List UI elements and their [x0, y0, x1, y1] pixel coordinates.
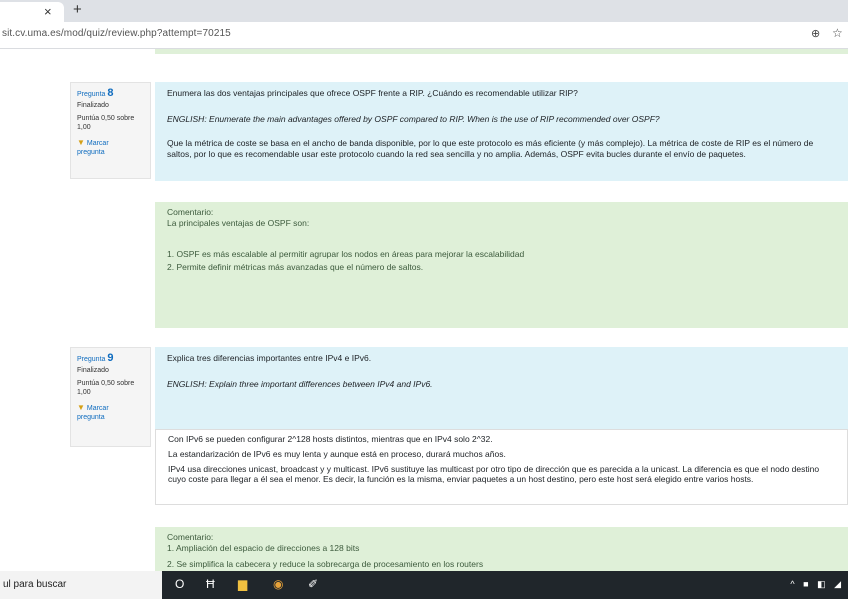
question-number: Pregunta 8 [77, 87, 114, 99]
question-grade: Puntúa 0,50 sobre 1,00 [77, 115, 135, 131]
quiz-review-page: Pregunta 8 Finalizado Puntúa 0,50 sobre 1… [0, 49, 848, 571]
file-explorer-icon[interactable]: ▆ [238, 577, 247, 591]
zoom-icon[interactable]: ⊕ [811, 27, 820, 40]
question-text-8: Enumera las dos ventajas principales que… [155, 82, 848, 181]
question-prompt: Explica tres diferencias importantes ent… [167, 353, 372, 363]
chrome-icon[interactable]: ◉ [273, 577, 283, 591]
question-english: ENGLISH: Explain three important differe… [167, 379, 433, 389]
answer-line: Con IPv6 se pueden configurar 2^128 host… [168, 434, 493, 444]
feedback-intro: La principales ventajas de OSPF son: [167, 218, 310, 228]
flag-question-link[interactable]: ▼ Marcar pregunta [77, 403, 144, 422]
question-english: ENGLISH: Enumerate the main advantages o… [167, 114, 660, 124]
address-bar[interactable]: sit.cv.uma.es/mod/quiz/review.php?attemp… [0, 22, 848, 49]
question-text-9: Explica tres diferencias importantes ent… [155, 347, 848, 429]
search-placeholder: ul para buscar [3, 579, 67, 590]
feedback-title: Comentario: [167, 207, 214, 217]
question-info-9: Pregunta 9 Finalizado Puntúa 0,50 sobre 1… [70, 347, 151, 447]
question-state: Finalizado [77, 367, 109, 374]
app-icon[interactable]: ✐ [308, 577, 318, 591]
previous-feedback-strip [155, 49, 848, 54]
cortana-icon[interactable]: O [175, 577, 184, 591]
question-info-8: Pregunta 8 Finalizado Puntúa 0,50 sobre 1… [70, 82, 151, 179]
task-view-icon[interactable]: Ħ [206, 577, 215, 591]
feedback-9: Comentario: 1. Ampliación del espacio de… [155, 527, 848, 571]
answer-line: IPv4 usa direcciones unicast, broadcast … [168, 464, 820, 484]
windows-taskbar: ul para buscar O Ħ ▆ ◉ ✐ ^ ■ ◧ ◢ [0, 571, 848, 599]
feedback-8: Comentario: La principales ventajas de O… [155, 202, 848, 328]
system-tray-icons[interactable]: ^ ■ ◧ ◢ [790, 579, 844, 590]
feedback-item: 1. Ampliación del espacio de direcciones… [167, 543, 360, 553]
flag-question-link[interactable]: ▼ Marcar pregunta [77, 138, 144, 157]
tab-bar: × + [0, 0, 848, 22]
new-tab-icon[interactable]: + [73, 1, 82, 19]
taskbar-search[interactable]: ul para buscar [0, 571, 162, 599]
answer-line: La estandarización de IPv6 es muy lenta … [168, 449, 506, 459]
answer-box-9: Con IPv6 se pueden configurar 2^128 host… [155, 429, 848, 505]
answer-text: Que la métrica de coste se basa en el an… [167, 138, 814, 159]
question-prompt: Enumera las dos ventajas principales que… [167, 88, 578, 98]
url-text[interactable]: sit.cv.uma.es/mod/quiz/review.php?attemp… [2, 28, 231, 39]
flag-icon: ▼ [77, 403, 85, 412]
question-state: Finalizado [77, 102, 109, 109]
flag-icon: ▼ [77, 138, 85, 147]
close-icon[interactable]: × [44, 4, 52, 20]
browser-tab[interactable]: × [0, 2, 64, 22]
question-number: Pregunta 9 [77, 352, 114, 364]
feedback-item: 2. Permite definir métricas más avanzada… [167, 262, 424, 272]
question-grade: Puntúa 0,50 sobre 1,00 [77, 380, 135, 396]
feedback-title: Comentario: [167, 532, 214, 542]
feedback-item: 1. OSPF es más escalable al permitir agr… [167, 249, 525, 259]
bookmark-star-icon[interactable]: ☆ [832, 26, 843, 40]
feedback-item: 2. Se simplifica la cabecera y reduce la… [167, 559, 484, 569]
